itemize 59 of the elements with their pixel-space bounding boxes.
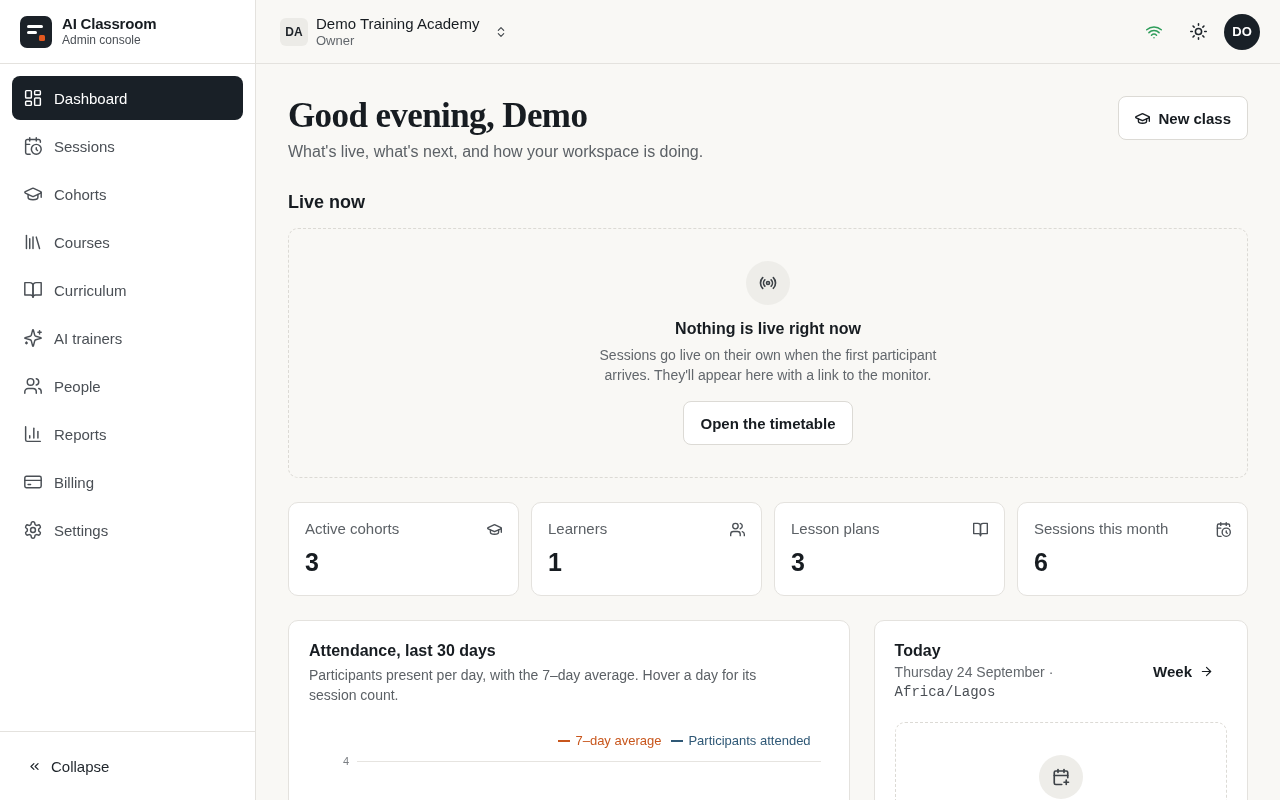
users-icon: [730, 521, 745, 537]
collapse-button[interactable]: Collapse: [28, 757, 110, 775]
bar-chart-icon: [24, 425, 42, 443]
nav-item[interactable]: People: [12, 364, 243, 408]
graduation-cap-icon: [24, 185, 42, 203]
users-icon: [24, 377, 42, 395]
stat-value: 3: [791, 547, 806, 578]
broadcast-icon: [746, 261, 790, 305]
today-date: Thursday 24 September ·: [894, 663, 1054, 682]
graduation-cap-icon: [1135, 110, 1151, 126]
stat-label: Learners: [548, 519, 608, 539]
stat-label: Sessions this month: [1034, 519, 1169, 539]
legend-label: 7–day average: [575, 732, 662, 750]
stat-label: Lesson plans: [791, 519, 880, 539]
book-open-icon: [24, 281, 42, 299]
app-subtitle: Admin console: [62, 33, 142, 48]
workspace-name[interactable]: Demo Training Academy: [316, 14, 480, 33]
axis-tick-label: 4: [341, 754, 349, 769]
nav-item[interactable]: Courses: [12, 220, 243, 264]
card-title: Today: [894, 641, 942, 661]
nav-item[interactable]: Settings: [12, 508, 243, 552]
nav-item[interactable]: AI trainers: [12, 316, 243, 360]
logo-icon: [20, 15, 52, 48]
stat-label: Active cohorts: [305, 519, 400, 539]
layout-grid-icon: [24, 89, 42, 107]
open-timetable-button[interactable]: Open the timetable: [683, 401, 853, 445]
workspace-role: Owner: [316, 32, 356, 49]
nav-item[interactable]: Sessions: [12, 124, 243, 168]
new-class-button[interactable]: New class: [1118, 96, 1248, 140]
calendar-clock-icon: [24, 137, 42, 155]
calendar-clock-icon: [1216, 521, 1231, 537]
nav-item[interactable]: Cohorts: [12, 172, 243, 216]
stat-value: 1: [548, 547, 563, 578]
section-heading: Live now: [288, 191, 366, 214]
user-avatar[interactable]: DO: [1224, 13, 1260, 50]
library-icon: [24, 233, 42, 251]
sparkles-icon: [24, 329, 42, 347]
stat-value: 6: [1034, 547, 1049, 578]
graduation-cap-icon: [487, 521, 502, 537]
app-name: AI Classroom: [62, 15, 157, 33]
week-link[interactable]: Week: [1145, 656, 1227, 686]
nav-item[interactable]: Curriculum: [12, 268, 243, 312]
sun-icon[interactable]: [1189, 23, 1207, 40]
credit-card-icon: [24, 473, 42, 491]
empty-state-text: Sessions go live on their own when the first participant arrives. They'll appear here with a link to the monitor.: [598, 346, 938, 385]
page-title: Good evening, Demo: [288, 96, 589, 136]
nav-item[interactable]: Billing: [12, 460, 243, 504]
book-open-icon: [973, 521, 988, 537]
card-title: Attendance, last 30 days: [309, 641, 497, 661]
page-subtitle: What's live, what's next, and how your workspace is doing.: [288, 142, 704, 162]
empty-state-title: Nothing is live right now: [675, 319, 861, 339]
card-description: Participants present per day, with the 7–day average. Hover a day for its session count.: [309, 666, 758, 705]
workspace-initials: DA: [280, 17, 308, 46]
nav-item[interactable]: Reports: [12, 412, 243, 456]
legend-label: Participants attended: [688, 732, 811, 750]
stat-value: 3: [305, 547, 320, 578]
nav-item[interactable]: Dashboard: [12, 76, 243, 120]
timezone-label: Africa/Lagos: [894, 683, 997, 702]
settings-icon: [24, 521, 42, 539]
